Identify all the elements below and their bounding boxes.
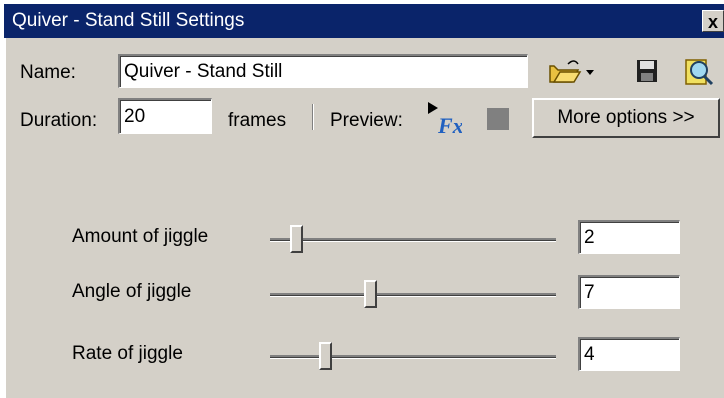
slider-track[interactable]: [270, 355, 556, 359]
slider-track[interactable]: [270, 238, 556, 242]
duration-input[interactable]: [118, 98, 212, 134]
preview-stop-button[interactable]: [487, 108, 509, 130]
magnifier-icon: [685, 59, 714, 86]
slider-thumb[interactable]: [318, 342, 332, 370]
name-input[interactable]: [118, 54, 528, 88]
slider-label: Angle of jiggle: [72, 281, 192, 302]
slider-value-input[interactable]: [578, 337, 680, 371]
slider-thumb[interactable]: [290, 225, 304, 253]
slider-value-input[interactable]: [578, 275, 680, 309]
duration-label: Duration:: [20, 110, 98, 131]
preview-play-button[interactable]: Fx: [426, 100, 464, 138]
floppy-disk-icon: [637, 60, 657, 82]
preview-label: Preview:: [330, 110, 403, 131]
save-preset-button[interactable]: [636, 58, 658, 84]
name-label: Name:: [20, 62, 76, 83]
slider-thumb[interactable]: [364, 280, 378, 308]
folder-open-icon: [549, 60, 594, 83]
toolbar-separator: [312, 104, 314, 130]
title-bar[interactable]: Quiver - Stand Still Settings x: [4, 4, 724, 38]
find-button[interactable]: [684, 56, 714, 86]
slider-label: Amount of jiggle: [72, 226, 209, 247]
open-preset-button[interactable]: [548, 58, 596, 86]
slider-track[interactable]: [270, 293, 556, 297]
window-title: Quiver - Stand Still Settings: [12, 10, 245, 31]
close-button[interactable]: x: [702, 10, 724, 32]
slider-label: Rate of jiggle: [72, 343, 183, 364]
frames-unit-label: frames: [228, 110, 287, 131]
play-fx-icon: Fx: [428, 102, 464, 138]
more-options-button[interactable]: More options >>: [532, 98, 720, 138]
svg-text:Fx: Fx: [437, 113, 462, 136]
slider-value-input[interactable]: [578, 220, 680, 254]
